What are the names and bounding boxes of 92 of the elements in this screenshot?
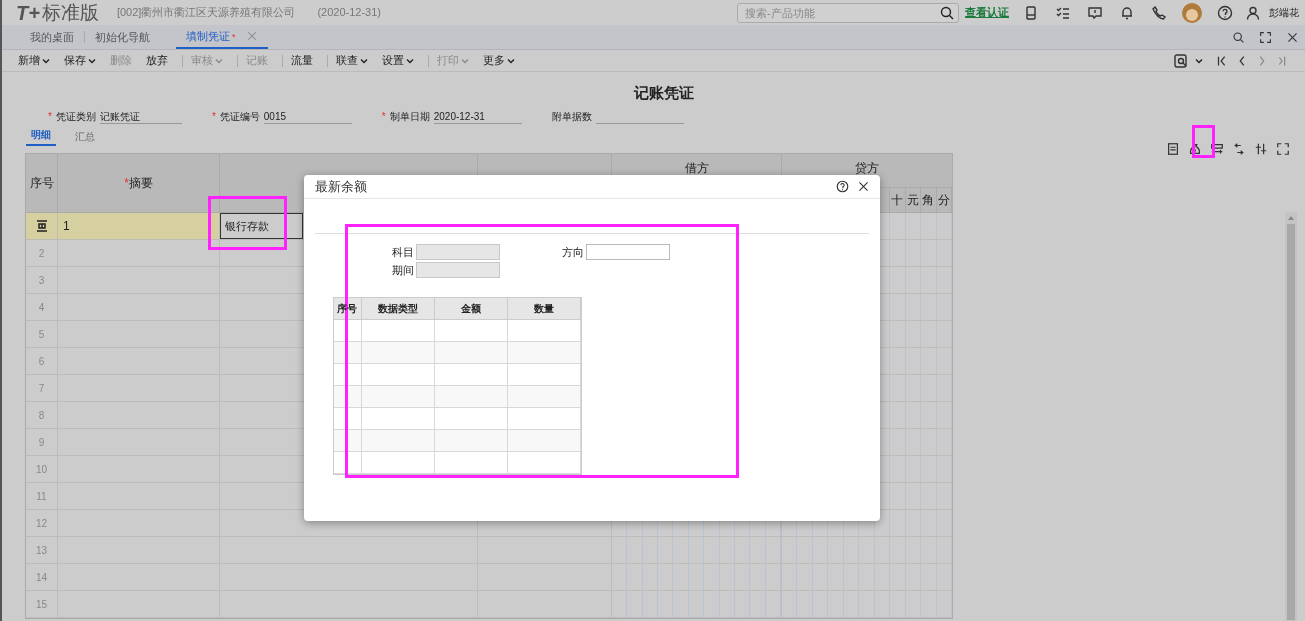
toolbar-button[interactable]: 新增: [18, 52, 50, 69]
row-number: 4: [38, 300, 45, 315]
row-number: 5: [38, 327, 45, 342]
fullscreen-icon[interactable]: [1259, 30, 1272, 44]
row-number: 9: [38, 435, 45, 450]
message-icon[interactable]: [1087, 4, 1103, 21]
field-label: 科目: [391, 245, 414, 260]
caret-icon: [360, 56, 368, 65]
column-header: 贷方: [855, 161, 879, 175]
toolbar-button[interactable]: 设置: [382, 52, 414, 69]
required-mark: *: [381, 109, 386, 124]
tab[interactable]: 我的桌面: [20, 25, 84, 49]
caret-icon: [1195, 56, 1203, 65]
user-name[interactable]: 彭端花: [1269, 5, 1299, 20]
search-field[interactable]: 搜索-产品功能: [737, 2, 959, 23]
help-icon[interactable]: [1217, 4, 1233, 21]
column-header: *摘要: [58, 154, 220, 212]
row-number: 7: [38, 381, 45, 396]
column-header: 金额: [460, 302, 481, 316]
digit-header: 十: [891, 192, 904, 209]
close-icon[interactable]: [857, 180, 870, 193]
column-header: 序号: [26, 154, 58, 212]
tab[interactable]: 初始化导航: [85, 25, 160, 49]
adjust-icon[interactable]: [1254, 142, 1268, 156]
row-number: 10: [35, 462, 48, 477]
table-cell-text: 1: [63, 218, 70, 235]
list-icon[interactable]: [1166, 142, 1180, 156]
caret-icon: [406, 56, 414, 65]
caret-icon: [461, 56, 469, 65]
help-icon[interactable]: [836, 180, 849, 193]
phone-icon[interactable]: [1151, 4, 1167, 21]
column-header: 借方: [684, 161, 709, 175]
row-number: 14: [35, 570, 48, 585]
row-number: 13: [35, 543, 48, 558]
scrollbar[interactable]: [1285, 212, 1297, 621]
digit-header: 分: [937, 192, 950, 209]
close-icon[interactable]: [1286, 30, 1299, 44]
input-field[interactable]: 记账凭证: [99, 108, 182, 124]
field-label: 制单日期: [389, 109, 430, 124]
row-number: 12: [35, 516, 48, 531]
caret-icon: [88, 56, 96, 65]
user-icon[interactable]: [1245, 4, 1261, 21]
row-insert-icon[interactable]: [34, 219, 49, 233]
toolbar-button[interactable]: 放弃: [146, 52, 168, 69]
toolbar-button[interactable]: 更多: [483, 52, 515, 69]
tab[interactable]: 填制凭证 *: [176, 25, 268, 49]
highlight-frame: [1192, 125, 1215, 158]
field-label: 附单据数: [551, 109, 592, 124]
required-mark: *: [211, 109, 216, 124]
input-field[interactable]: 2020-12-31: [433, 108, 522, 124]
field-label: 凭证编号: [219, 109, 260, 124]
expand-icon[interactable]: [1276, 142, 1290, 156]
layout-icon[interactable]: [1210, 142, 1224, 156]
subtab[interactable]: 明细: [26, 127, 56, 146]
digit-header: 角: [922, 192, 935, 209]
field-label: 期间: [391, 263, 414, 278]
company-name: [002]衢州市衢江区天源养殖有限公司: [116, 5, 296, 21]
caret-icon: [215, 56, 223, 65]
toolbar-button[interactable]: 保存: [64, 52, 96, 69]
logo-mark: T+: [16, 2, 40, 23]
voucher-title: 记账凭证: [633, 82, 694, 103]
field-label: 方向: [561, 245, 584, 260]
caret-icon: [507, 56, 515, 65]
search-icon[interactable]: [939, 4, 955, 21]
column-header: 数据类型: [377, 302, 418, 316]
row-number: 6: [38, 354, 45, 369]
tablet-icon[interactable]: [1023, 4, 1039, 21]
account-field[interactable]: 银行存款: [220, 213, 303, 239]
bell-icon[interactable]: [1119, 4, 1135, 21]
swap-icon[interactable]: [1232, 142, 1246, 156]
row-number: 15: [35, 597, 48, 612]
dialog-title: 最新余额: [315, 177, 367, 196]
account-date: (2020-12-31): [317, 5, 381, 21]
row-number: 8: [38, 408, 45, 423]
row-number: 3: [38, 273, 45, 288]
verify-link[interactable]: 查看认证: [965, 4, 1009, 21]
digit-header: 元: [906, 192, 919, 209]
row-number: 2: [38, 246, 45, 261]
money-bag-icon[interactable]: [1188, 142, 1202, 156]
toolbar-button[interactable]: 联查: [336, 52, 368, 69]
toolbar-button[interactable]: 流量: [291, 52, 313, 69]
search-icon[interactable]: [1232, 30, 1245, 44]
caret-icon: [42, 56, 50, 65]
subtab[interactable]: 汇总: [70, 129, 100, 146]
field-label: 凭证类别: [55, 109, 96, 124]
edition-title: 标准版: [41, 3, 99, 22]
input-field[interactable]: [586, 244, 670, 261]
row-number: 11: [36, 489, 47, 504]
input-field[interactable]: 0015: [263, 108, 352, 124]
required-mark: *: [48, 109, 52, 124]
preview-icon[interactable]: [1173, 52, 1189, 69]
column-header: 数量: [533, 302, 554, 316]
